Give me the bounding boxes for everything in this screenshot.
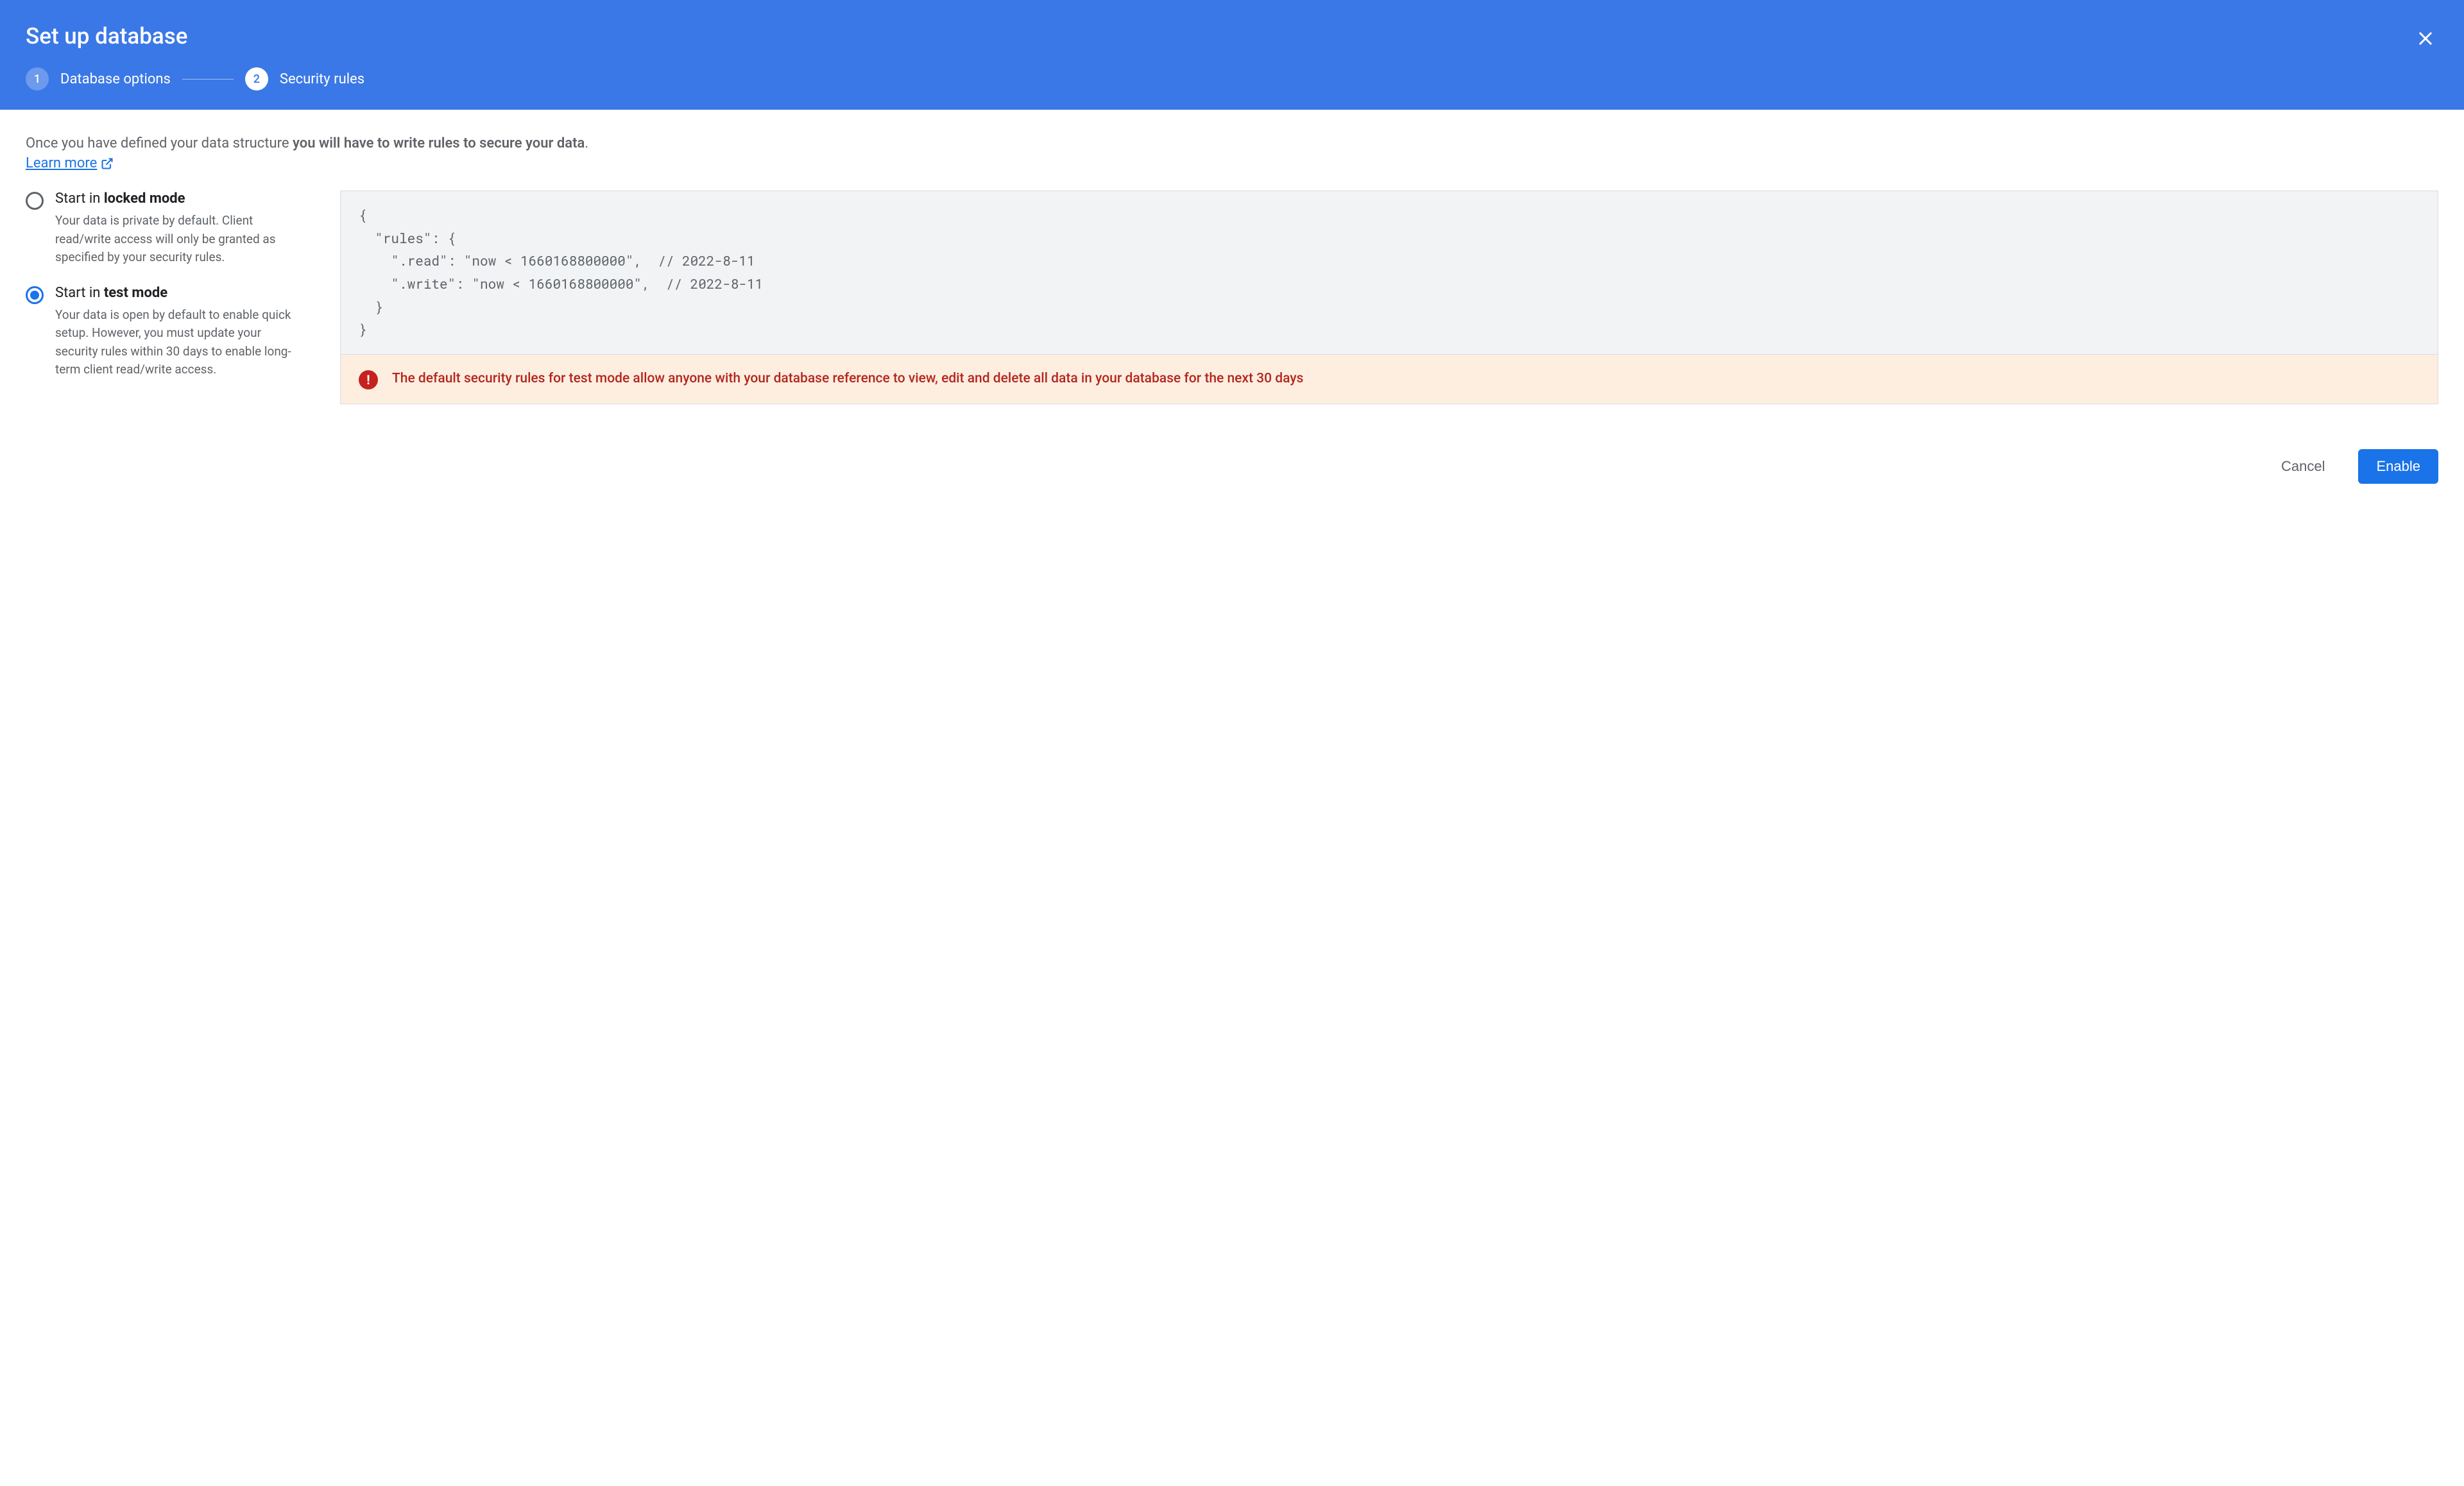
- option-title-prefix: Start in: [55, 285, 104, 301]
- dialog-header: Set up database 1 Database options 2 Sec…: [0, 0, 2464, 110]
- warning-icon: !: [359, 370, 378, 389]
- step-number: 1: [26, 67, 49, 90]
- option-desc: Your data is open by default to enable q…: [55, 306, 302, 379]
- learn-more-label: Learn more: [26, 155, 97, 171]
- step-database-options[interactable]: 1 Database options: [26, 67, 171, 90]
- option-test-mode[interactable]: Start in test mode Your data is open by …: [26, 285, 302, 379]
- option-title-bold: test mode: [104, 285, 167, 301]
- option-title: Start in test mode: [55, 285, 302, 301]
- intro-bold: you will have to write rules to secure y…: [293, 135, 585, 151]
- step-label: Database options: [60, 71, 171, 87]
- option-title: Start in locked mode: [55, 191, 302, 207]
- dialog-content: Once you have defined your data structur…: [0, 110, 2464, 423]
- dialog-footer: Cancel Enable: [0, 423, 2464, 503]
- step-number: 2: [245, 67, 268, 90]
- close-button[interactable]: [2413, 26, 2438, 51]
- option-title-bold: locked mode: [104, 191, 185, 207]
- warning-banner: ! The default security rules for test mo…: [340, 355, 2438, 404]
- option-desc: Your data is private by default. Client …: [55, 212, 302, 267]
- close-icon: [2417, 30, 2434, 47]
- intro-suffix: .: [585, 135, 588, 151]
- external-link-icon: [101, 157, 114, 170]
- learn-more-link[interactable]: Learn more: [26, 155, 114, 171]
- option-text: Start in locked mode Your data is privat…: [55, 191, 302, 267]
- stepper: 1 Database options 2 Security rules: [26, 67, 2438, 90]
- radio-locked[interactable]: [26, 192, 44, 210]
- radio-test[interactable]: [26, 286, 44, 304]
- setup-database-dialog: Set up database 1 Database options 2 Sec…: [0, 0, 2464, 503]
- cancel-button[interactable]: Cancel: [2263, 449, 2343, 484]
- rules-code-block: { "rules": { ".read": "now < 16601688000…: [340, 191, 2438, 355]
- option-text: Start in test mode Your data is open by …: [55, 285, 302, 379]
- step-connector: [182, 79, 234, 80]
- enable-button[interactable]: Enable: [2358, 449, 2438, 484]
- step-label: Security rules: [280, 71, 364, 87]
- intro-prefix: Once you have defined your data structur…: [26, 135, 293, 151]
- mode-options: Start in locked mode Your data is privat…: [26, 191, 302, 404]
- step-security-rules[interactable]: 2 Security rules: [245, 67, 364, 90]
- right-panel: { "rules": { ".read": "now < 16601688000…: [340, 191, 2438, 404]
- dialog-title: Set up database: [26, 23, 2438, 49]
- option-title-prefix: Start in: [55, 191, 104, 207]
- intro-text: Once you have defined your data structur…: [26, 133, 2438, 154]
- option-locked-mode[interactable]: Start in locked mode Your data is privat…: [26, 191, 302, 267]
- warning-text: The default security rules for test mode…: [392, 369, 1303, 389]
- body: Start in locked mode Your data is privat…: [26, 191, 2438, 404]
